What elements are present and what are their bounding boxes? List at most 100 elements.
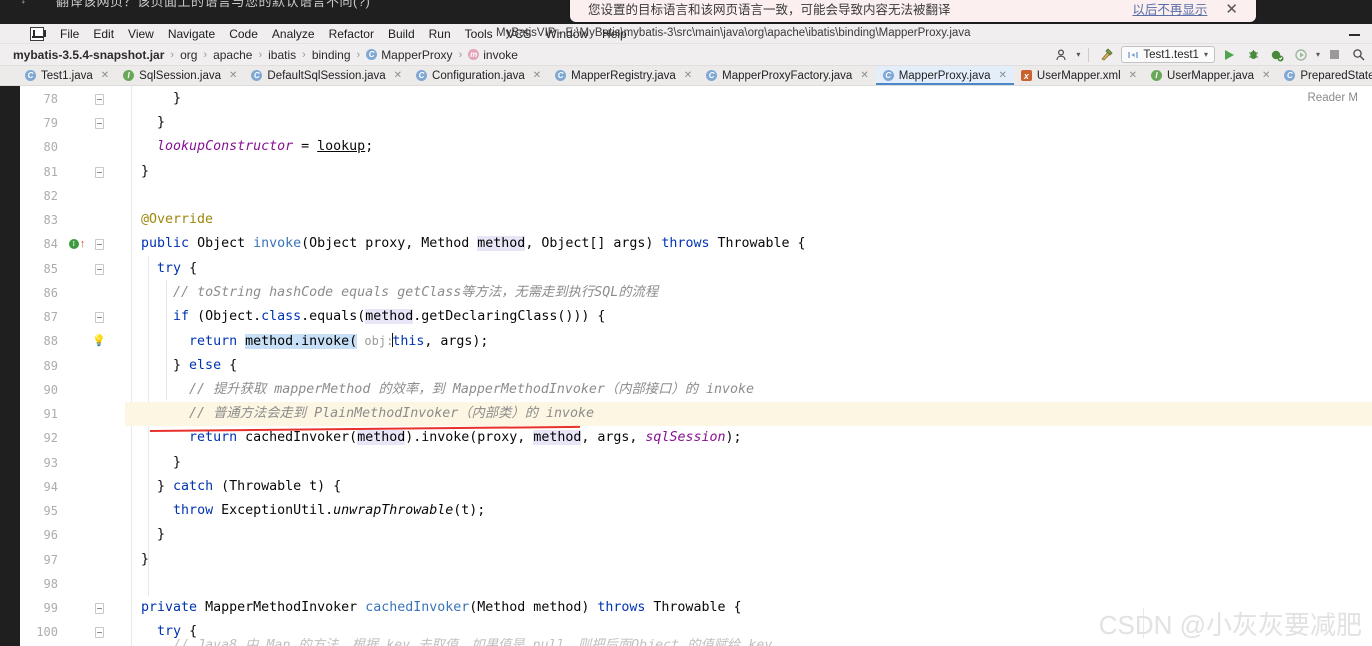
- line-number: 92: [43, 431, 58, 446]
- gutter-row: 98: [20, 572, 125, 596]
- fold-handle[interactable]: [90, 311, 108, 323]
- menu-tools[interactable]: Tools: [458, 26, 500, 42]
- menu-edit[interactable]: Edit: [86, 26, 121, 42]
- gutter-row: 81: [20, 160, 125, 184]
- stop-icon[interactable]: [1325, 45, 1344, 64]
- menu-analyze[interactable]: Analyze: [265, 26, 322, 42]
- menu-navigate[interactable]: Navigate: [161, 26, 222, 42]
- code-line-95: throw ExceptionUtil.unwrapThrowable(t);: [173, 503, 486, 518]
- close-icon[interactable]: ✕: [1262, 70, 1270, 81]
- gutter-row: 88 💡: [20, 329, 125, 353]
- tab-label: MapperProxy.java: [898, 69, 991, 82]
- intention-bulb-icon[interactable]: 💡: [90, 336, 108, 347]
- run-with-coverage-icon[interactable]: [1268, 45, 1287, 64]
- close-icon[interactable]: ✕: [229, 70, 237, 81]
- close-icon[interactable]: ✕: [394, 70, 402, 81]
- tab-sqlsession-java[interactable]: I SqlSession.java ✕: [116, 66, 244, 85]
- override-arrow-icon[interactable]: ↑: [80, 239, 86, 250]
- breadcrumb-jar[interactable]: mybatis-3.5.4-snapshot.jar: [8, 48, 169, 62]
- gutter-row: 94: [20, 475, 125, 499]
- tab-usermapper-java[interactable]: I UserMapper.java ✕: [1144, 66, 1277, 85]
- fold-handle[interactable]: [90, 602, 108, 614]
- tab-test1-java[interactable]: C Test1.java ✕: [18, 66, 116, 85]
- profiler-icon[interactable]: [1052, 45, 1071, 64]
- menu-refactor[interactable]: Refactor: [322, 26, 381, 42]
- tab-mapperproxy-java[interactable]: C MapperProxy.java ✕: [875, 66, 1015, 85]
- line-number: 96: [43, 528, 58, 543]
- debug-icon[interactable]: [1244, 45, 1263, 64]
- close-icon[interactable]: ✕: [999, 70, 1007, 81]
- fold-handle[interactable]: [90, 238, 108, 250]
- interface-icon: I: [123, 70, 135, 81]
- menu-file[interactable]: File: [53, 26, 86, 42]
- close-icon[interactable]: ✕: [533, 70, 541, 81]
- run-icon[interactable]: [1220, 45, 1239, 64]
- tab-label: DefaultSqlSession.java: [267, 69, 386, 82]
- menu-code[interactable]: Code: [222, 26, 265, 42]
- gutter-row: 84 I ↑: [20, 232, 125, 256]
- csdn-watermark: CSDN @小灰灰要减肥: [1098, 610, 1362, 640]
- tab-mapperregistry-java[interactable]: C MapperRegistry.java ✕: [548, 66, 699, 85]
- close-icon[interactable]: ✕: [1221, 2, 1242, 18]
- code-line-85: try {: [157, 261, 198, 276]
- implementing-method-icon[interactable]: I: [68, 239, 79, 250]
- code-line-88: return method.invoke( obj:this, args);: [189, 333, 489, 349]
- gutter-row: 78: [20, 87, 125, 111]
- tab-mapperproxyfactory-java[interactable]: C MapperProxyFactory.java ✕: [699, 66, 876, 85]
- close-icon[interactable]: ✕: [684, 70, 692, 81]
- profile-icon[interactable]: [1292, 45, 1311, 64]
- breadcrumb-binding[interactable]: binding: [307, 48, 356, 62]
- fold-handle[interactable]: [90, 117, 108, 129]
- fold-handle[interactable]: [90, 166, 108, 178]
- profiler-dropdown-icon[interactable]: ▾: [1076, 50, 1080, 59]
- minimize-icon[interactable]: [1348, 29, 1362, 39]
- close-icon[interactable]: ✕: [1129, 70, 1137, 81]
- run-configuration-selector[interactable]: Test1.test1 ▾: [1121, 46, 1215, 63]
- code-content[interactable]: } } lookupConstructor = lookup; } @Overr…: [125, 86, 1372, 646]
- gutter-row: 90: [20, 378, 125, 402]
- interface-icon: I: [1151, 70, 1163, 81]
- menu-run[interactable]: Run: [422, 26, 458, 42]
- close-icon[interactable]: ✕: [101, 70, 109, 81]
- fold-handle[interactable]: [90, 626, 108, 638]
- close-icon[interactable]: ✕: [860, 70, 868, 81]
- gutter-row: 85: [20, 257, 125, 281]
- breadcrumb-ibatis[interactable]: ibatis: [263, 48, 301, 62]
- dont-show-again-link[interactable]: 以后不再显示: [1132, 0, 1207, 18]
- gutter-row: 100: [20, 620, 125, 644]
- code-line-79: }: [125, 115, 166, 130]
- breadcrumb-invoke[interactable]: m invoke: [463, 48, 523, 62]
- class-icon: C: [416, 70, 428, 81]
- menu-view[interactable]: View: [121, 26, 161, 42]
- banner-arrow-icon: ↓: [20, 0, 27, 6]
- menu-build[interactable]: Build: [381, 26, 422, 42]
- breadcrumb-mapperproxy[interactable]: C MapperProxy: [361, 48, 457, 62]
- tab-preparedstatementhandler-java[interactable]: CPreparedStatementHandler.java✕: [1277, 66, 1372, 85]
- gutter-row: 92: [20, 426, 125, 450]
- class-icon: C: [25, 70, 36, 81]
- code-line-93: }: [125, 455, 182, 470]
- fold-handle[interactable]: [90, 93, 108, 105]
- code-line-90: // 提升获取 mapperMethod 的效率，到 MapperMethodI…: [189, 382, 755, 397]
- xml-icon: x: [1020, 70, 1032, 81]
- profile-dropdown-icon[interactable]: ▾: [1316, 50, 1320, 59]
- code-line-99: private MapperMethodInvoker cachedInvoke…: [141, 600, 742, 615]
- tab-configuration-java[interactable]: C Configuration.java ✕: [409, 66, 548, 85]
- search-icon[interactable]: [1349, 45, 1368, 64]
- tab-usermapper-xml[interactable]: x UserMapper.xml ✕: [1014, 66, 1144, 85]
- line-number: 89: [43, 359, 58, 374]
- fold-handle[interactable]: [90, 263, 108, 275]
- code-line-81: }: [125, 164, 150, 179]
- code-line-83: @Override: [141, 212, 214, 227]
- breadcrumb-org[interactable]: org: [175, 48, 202, 62]
- ide-window: File Edit View Navigate Code Analyze Ref…: [0, 24, 1372, 646]
- tab-defaultsqlsession-java[interactable]: C DefaultSqlSession.java ✕: [244, 66, 409, 85]
- tab-label: MapperProxyFactory.java: [722, 69, 853, 82]
- hammer-build-icon[interactable]: [1097, 45, 1116, 64]
- line-number: 87: [43, 310, 58, 325]
- breadcrumb-apache[interactable]: apache: [208, 48, 257, 62]
- gutter-row: 80: [20, 135, 125, 159]
- tab-label: UserMapper.java: [1167, 69, 1254, 82]
- breadcrumb-mapperproxy-label: MapperProxy: [381, 47, 453, 62]
